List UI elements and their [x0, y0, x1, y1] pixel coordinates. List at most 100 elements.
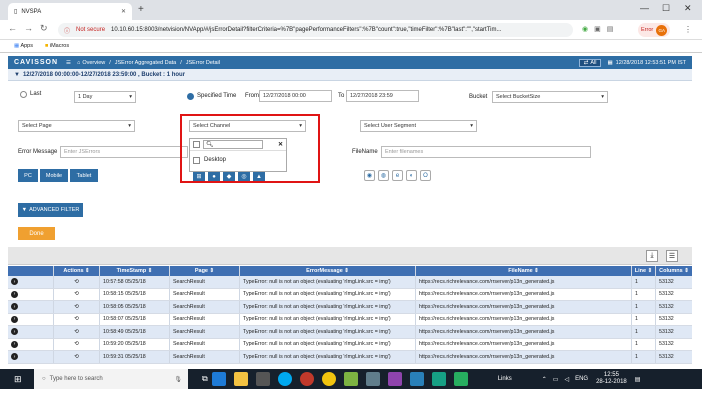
header-columns[interactable]: Columns ⇕	[656, 266, 692, 276]
visual-studio-icon[interactable]	[387, 372, 402, 386]
app-icon[interactable]	[453, 372, 468, 386]
volume-icon[interactable]: ◁	[564, 376, 569, 383]
browser-tab[interactable]: ▯ NVSPA ✕	[8, 3, 132, 20]
expand-row-icon[interactable]: ›	[8, 326, 54, 338]
from-input[interactable]: 12/27/2018 00:00	[259, 90, 332, 102]
expand-row-icon[interactable]: ›	[8, 288, 54, 300]
menu-kebab-icon[interactable]: ⋮	[684, 25, 692, 34]
last-select[interactable]: 1 Day ▾	[74, 91, 136, 103]
column-menu-icon[interactable]: ☰	[666, 250, 678, 262]
user-segment-select[interactable]: Select User Segment ▾	[360, 120, 477, 132]
notepad-icon[interactable]	[343, 372, 358, 386]
profile-button[interactable]: Error GA	[638, 23, 671, 37]
last-radio[interactable]	[20, 91, 27, 98]
app-icon[interactable]	[365, 372, 380, 386]
bookmark-apps[interactable]: ▦ Apps	[14, 43, 33, 49]
safari-icon[interactable]: ◐	[406, 170, 417, 181]
table-row[interactable]: › ⟲ 10:59:31 05/25/18 SearchResult TypeError…	[8, 351, 692, 364]
back-icon[interactable]: ←	[8, 23, 17, 33]
cell-line: 1	[632, 338, 656, 350]
url-input[interactable]: ⓘ Not secure 10.10.60.15:8003/netvision/…	[58, 23, 573, 37]
chrome-icon[interactable]	[321, 372, 336, 386]
minimize-icon[interactable]: —	[640, 3, 649, 13]
to-input[interactable]: 12/27/2018 23:59	[346, 90, 419, 102]
links-label[interactable]: Links	[498, 376, 512, 382]
bucket-select[interactable]: Select BucketSize ▾	[492, 91, 608, 103]
store-icon[interactable]	[255, 372, 270, 386]
session-replay-icon[interactable]: ⟲	[54, 326, 100, 338]
done-button[interactable]: Done	[18, 227, 55, 240]
microphone-icon[interactable]: 🎙︎	[174, 376, 182, 383]
table-row[interactable]: › ⟲ 10:58:49 05/25/18 SearchResult TypeError…	[8, 326, 692, 339]
skype-icon[interactable]	[277, 372, 292, 386]
session-replay-icon[interactable]: ⟲	[54, 288, 100, 300]
network-icon[interactable]: ▭	[553, 376, 559, 383]
table-row[interactable]: › ⟲ 10:57:58 05/25/18 SearchResult TypeError…	[8, 276, 692, 289]
extension-icon[interactable]: ▤	[607, 25, 614, 33]
pc-button[interactable]: PC	[18, 169, 38, 182]
close-tab-icon[interactable]: ✕	[121, 8, 126, 15]
table-row[interactable]: › ⟲ 10:58:07 05/25/18 SearchResult TypeError…	[8, 313, 692, 326]
app-icon[interactable]	[299, 372, 314, 386]
tablet-button[interactable]: Tablet	[70, 169, 98, 182]
taskbar-search[interactable]: ○ Type here to search 🎙︎	[34, 369, 188, 389]
cell-filename: https://recs.richrelevance.com/rrserver/…	[416, 326, 632, 338]
file-explorer-icon[interactable]	[233, 372, 248, 386]
header-timestamp[interactable]: TimeStamp ⇕	[100, 266, 170, 276]
maximize-icon[interactable]: ☐	[662, 3, 670, 14]
opera-icon[interactable]: O	[420, 170, 431, 181]
close-window-icon[interactable]: ✕	[684, 3, 692, 14]
header-page[interactable]: Page ⇕	[170, 266, 240, 276]
extension-icon[interactable]: ◉	[582, 25, 588, 33]
page-select[interactable]: Select Page ▾	[18, 120, 135, 132]
breadcrumb-overview[interactable]: Overview	[82, 60, 105, 66]
home-icon[interactable]: ⌂	[77, 60, 80, 66]
all-button[interactable]: ⇄ All	[578, 58, 602, 67]
table-row[interactable]: › ⟲ 10:58:15 05/25/18 SearchResult TypeError…	[8, 288, 692, 301]
expand-row-icon[interactable]: ›	[8, 301, 54, 313]
windows-start-icon[interactable]: ⊞	[14, 374, 22, 385]
clock[interactable]: 12:55 28-12-2018	[596, 372, 627, 386]
session-replay-icon[interactable]: ⟲	[54, 351, 100, 363]
error-message-input[interactable]: Enter JSErrors	[60, 146, 188, 158]
new-tab-button[interactable]: +	[138, 4, 144, 15]
expand-row-icon[interactable]: ›	[8, 338, 54, 350]
edge-icon[interactable]	[211, 372, 226, 386]
expand-row-icon[interactable]: ›	[8, 351, 54, 363]
cell-line: 1	[632, 326, 656, 338]
app-icon[interactable]	[409, 372, 424, 386]
chrome-icon[interactable]: ◉	[364, 170, 375, 181]
session-replay-icon[interactable]: ⟲	[54, 276, 100, 288]
table-row[interactable]: › ⟲ 10:59:20 05/25/18 SearchResult TypeError…	[8, 338, 692, 351]
session-replay-icon[interactable]: ⟲	[54, 313, 100, 325]
reload-icon[interactable]: ↻	[40, 23, 48, 34]
header-errormessage[interactable]: ErrorMessage ⇕	[240, 266, 416, 276]
extension-icon[interactable]: ▣	[594, 25, 601, 33]
ie-icon[interactable]: e	[392, 170, 403, 181]
app-icon[interactable]	[431, 372, 446, 386]
language-indicator[interactable]: ENG	[575, 376, 588, 382]
notification-icon[interactable]: ▤	[635, 376, 641, 383]
task-view-icon[interactable]: ⧉	[202, 374, 208, 384]
header-filename[interactable]: FileName ⇕	[416, 266, 632, 276]
mobile-button[interactable]: Mobile	[40, 169, 68, 182]
breadcrumb-aggregated[interactable]: JSError Aggregated Data	[115, 60, 176, 66]
tray-up-icon[interactable]: ⌃	[542, 376, 547, 383]
table-row[interactable]: › ⟲ 10:58:05 05/25/18 SearchResult TypeError…	[8, 301, 692, 314]
filename-input[interactable]: Enter filenames	[381, 146, 591, 158]
header-actions[interactable]: Actions ⇕	[54, 266, 100, 276]
session-replay-icon[interactable]: ⟲	[54, 338, 100, 350]
hamburger-icon[interactable]: ☰	[66, 60, 71, 66]
bookmark-imacros[interactable]: ■ iMacros	[45, 43, 69, 49]
session-replay-icon[interactable]: ⟲	[54, 301, 100, 313]
advanced-filter-button[interactable]: ▼ ADVANCED FILTER	[18, 203, 83, 217]
forward-icon[interactable]: →	[24, 23, 33, 33]
expand-row-icon[interactable]: ›	[8, 313, 54, 325]
cell-errormessage: TypeError: null is not an object (evalua…	[240, 288, 416, 300]
specified-time-radio[interactable]	[187, 93, 194, 100]
expand-row-icon[interactable]: ›	[8, 276, 54, 288]
firefox-icon[interactable]: ◍	[378, 170, 389, 181]
filter-icon: ▼	[21, 207, 28, 213]
download-icon[interactable]: ⤓	[646, 250, 658, 262]
header-line[interactable]: Line ⇕	[632, 266, 656, 276]
